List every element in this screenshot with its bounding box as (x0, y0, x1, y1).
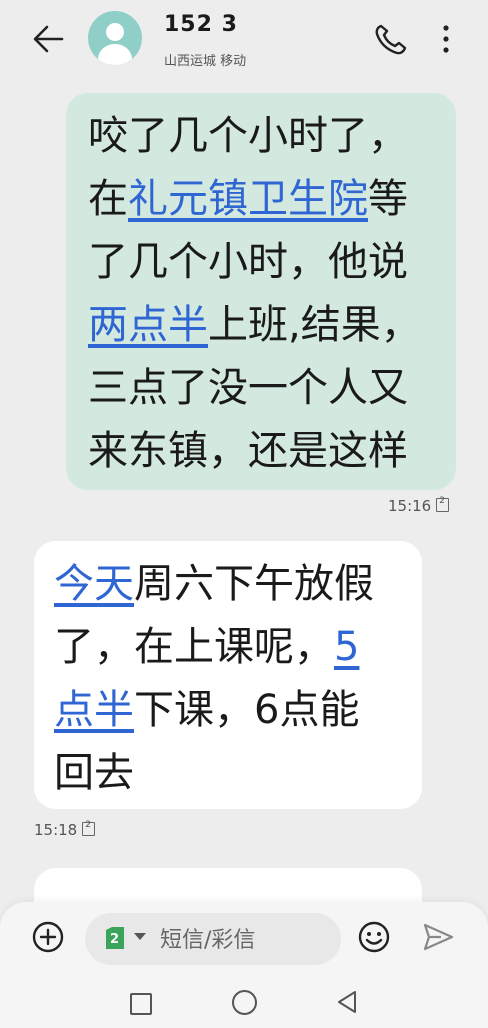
message-line: 回去 (54, 742, 402, 805)
sim-card-icon[interactable]: 2 (104, 926, 126, 950)
message-line: 咬了几个小时了， (88, 105, 446, 168)
contact-number: 152 3 (164, 12, 238, 37)
message-text: 了，在上课呢， (54, 624, 334, 670)
message-link[interactable]: 两点半 (88, 302, 208, 348)
svg-text:2: 2 (110, 932, 119, 947)
sim-card-icon (436, 496, 450, 512)
message-line: 了几个小时，他说 (88, 231, 446, 294)
chevron-down-icon[interactable] (134, 933, 146, 940)
message-text: 等 (368, 176, 408, 222)
message-line: 点半下课，6点能 (54, 679, 402, 742)
message-text: 周六下午放假 (134, 561, 374, 607)
message-link[interactable]: 礼元镇卫生院 (128, 176, 368, 222)
message-timestamp: 15:18 (34, 820, 96, 839)
sim-card-icon (82, 820, 96, 836)
contact-avatar[interactable] (88, 11, 142, 65)
conversation-header: 152 3 山西运城 移动 (0, 0, 488, 80)
message-line: 三点了没一个人又 (88, 357, 446, 420)
plus-circle-icon[interactable] (31, 920, 65, 954)
message-text: 三点了没一个人又 (88, 365, 408, 411)
message-line: 在礼元镇卫生院等 (88, 168, 446, 231)
message-link[interactable]: 点半 (54, 687, 134, 733)
message-text: 回去 (54, 750, 134, 796)
message-text: 了几个小时，他说 (88, 239, 408, 285)
arrow-left-icon[interactable] (32, 24, 64, 54)
more-vertical-icon[interactable] (436, 22, 456, 56)
message-link[interactable]: 5 (334, 624, 359, 670)
message-line: 了，在上课呢，5 (54, 616, 402, 679)
message-text: 上班,结果， (208, 302, 421, 348)
home-button[interactable] (232, 990, 257, 1015)
nav-back-button[interactable] (336, 990, 358, 1014)
message-text: 下课，6点能 (134, 687, 360, 733)
message-text: 来东镇，还是这样 (88, 428, 408, 474)
message-text: 咬了几个小时了， (88, 113, 408, 159)
recent-apps-button[interactable] (130, 993, 152, 1015)
contact-location: 山西运城 移动 (164, 54, 247, 69)
message-input-placeholder: 短信/彩信 (160, 928, 256, 953)
phone-icon[interactable] (372, 23, 408, 55)
incoming-message-bubble[interactable]: 今天周六下午放假 了，在上课呢，5 点半下课，6点能 回去 (34, 541, 422, 809)
send-icon[interactable] (421, 920, 455, 954)
message-line: 今天周六下午放假 (54, 553, 402, 616)
emoji-icon[interactable] (357, 920, 391, 954)
message-timestamp: 15:16 (388, 496, 450, 515)
outgoing-message-bubble[interactable]: 咬了几个小时了， 在礼元镇卫生院等 了几个小时，他说 两点半上班,结果， 三点了没一个人… (66, 93, 456, 490)
message-line: 来东镇，还是这样 (88, 420, 446, 483)
message-text: 在 (88, 176, 128, 222)
message-line: 两点半上班,结果， (88, 294, 446, 357)
message-link[interactable]: 今天 (54, 561, 134, 607)
